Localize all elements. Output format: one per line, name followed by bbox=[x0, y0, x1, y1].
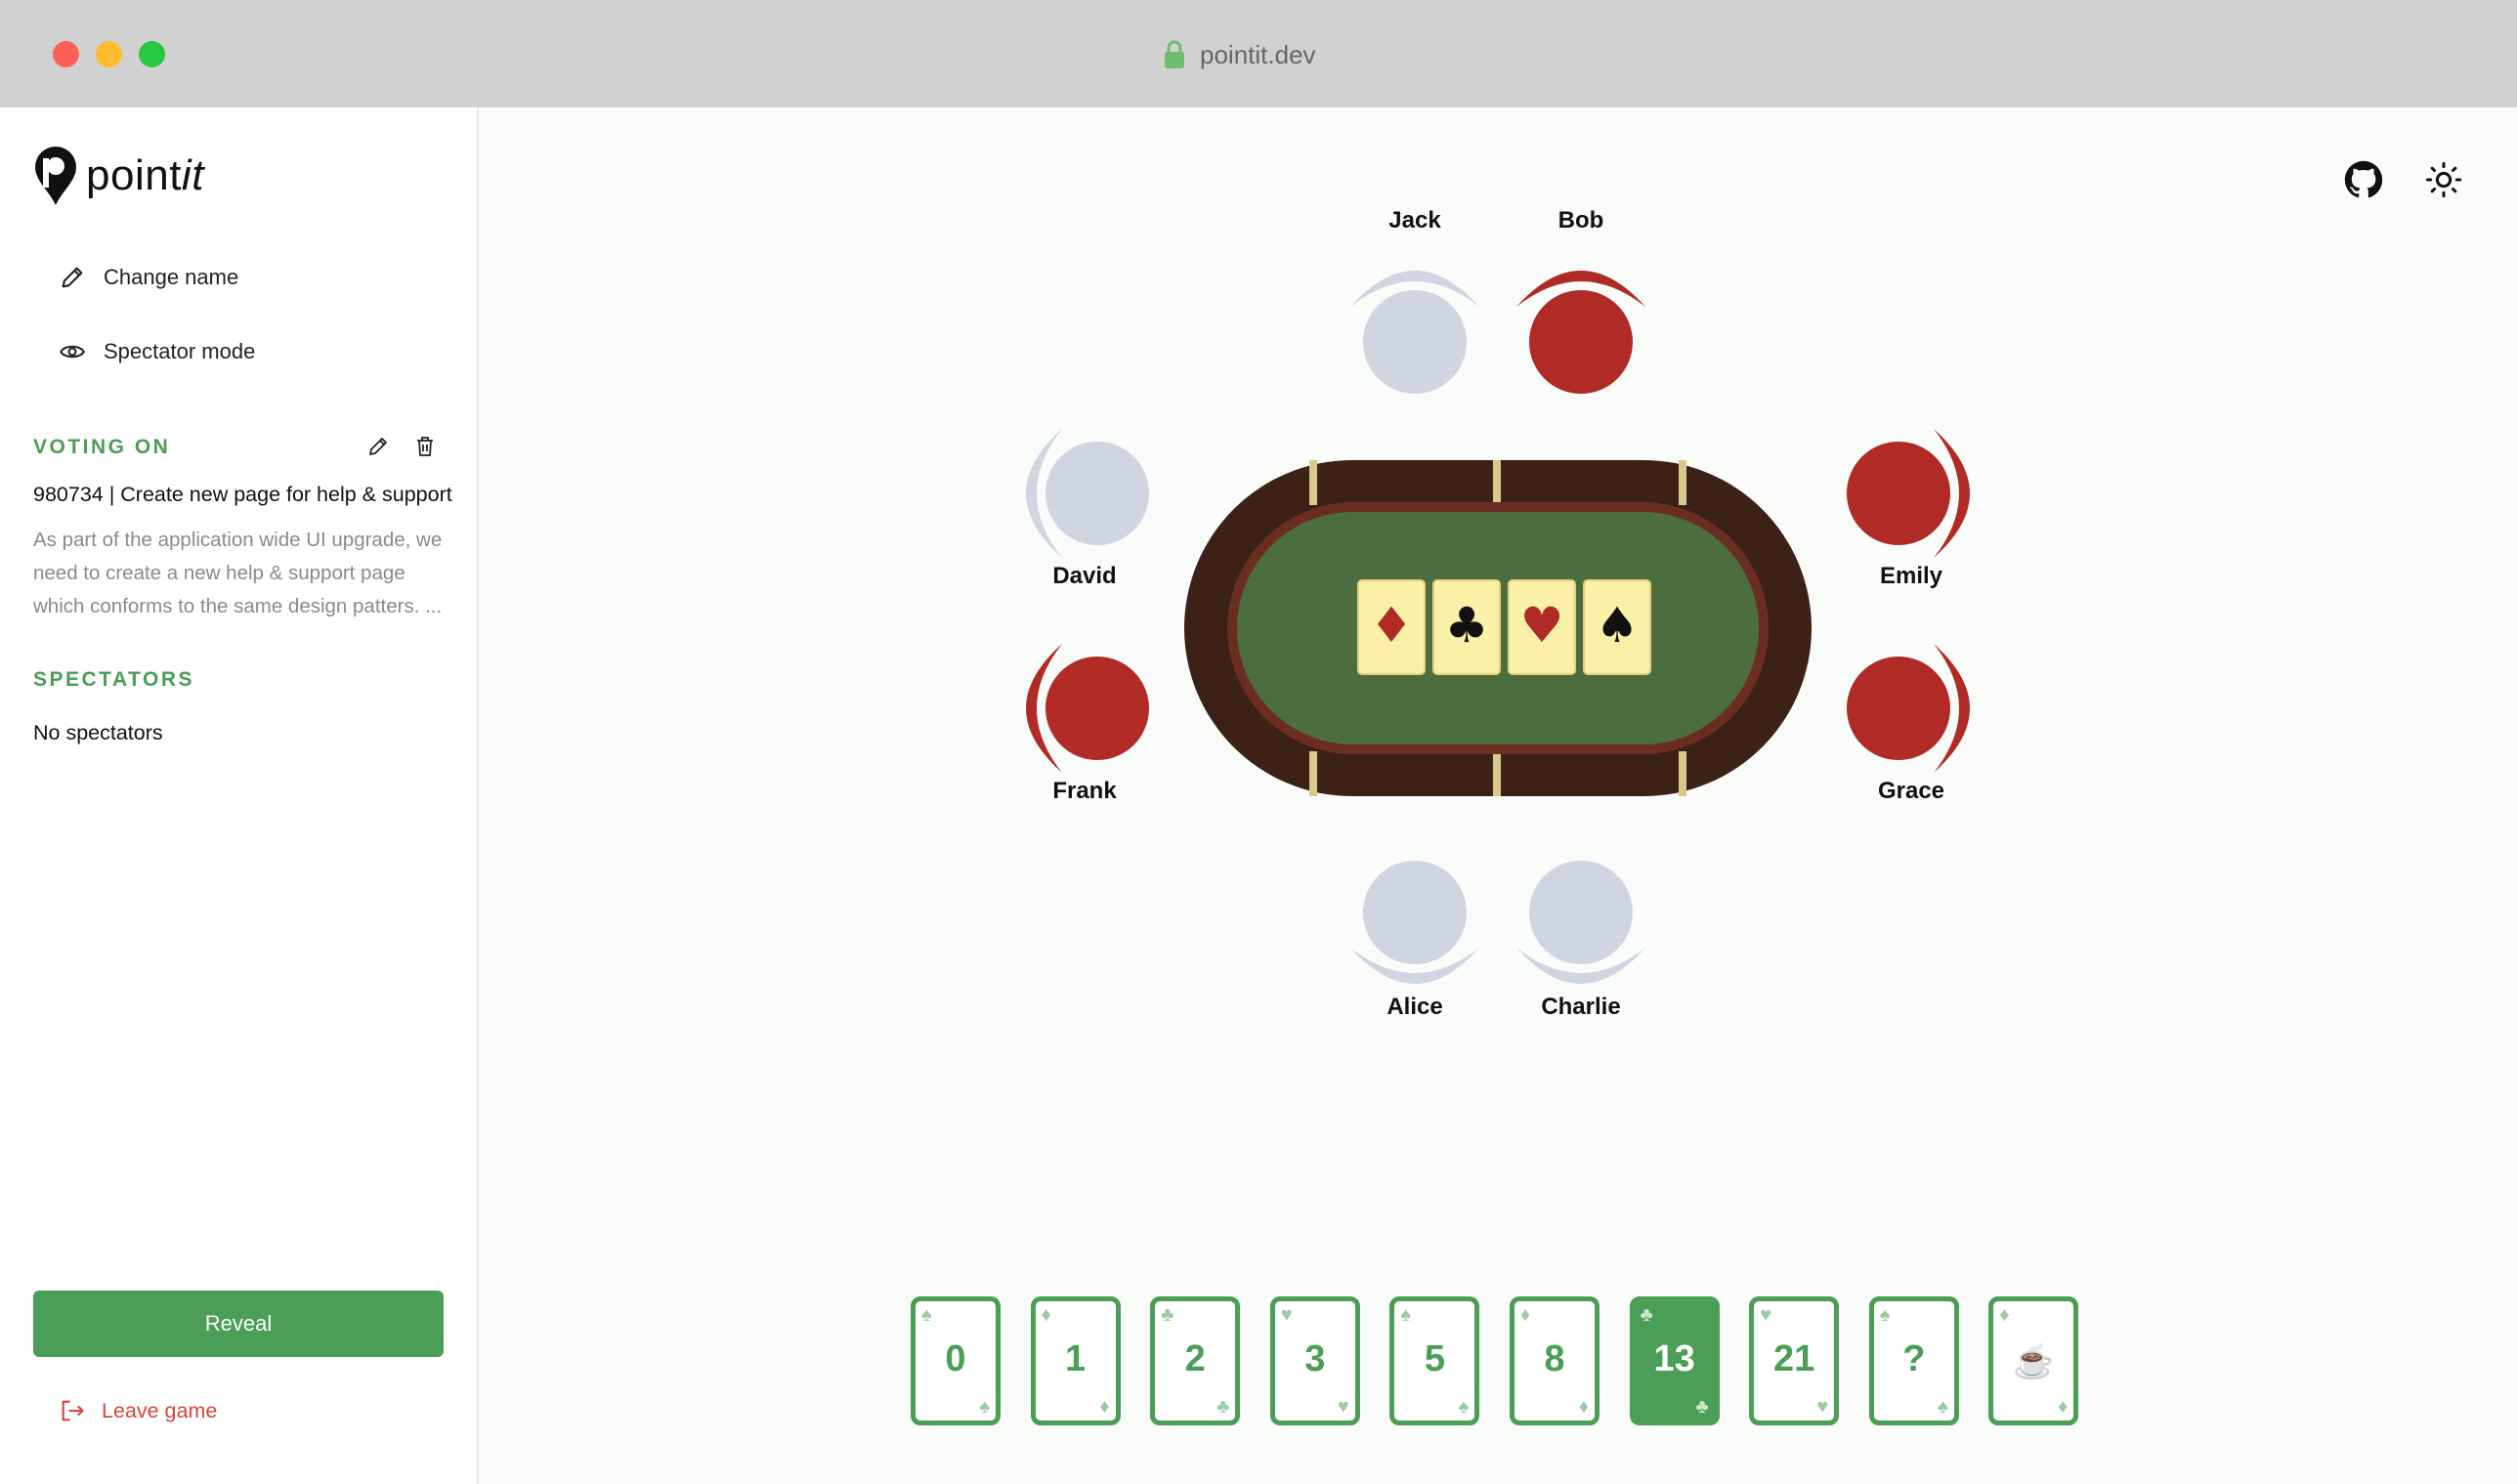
player-name: Jack bbox=[1388, 207, 1441, 233]
card-value: 13 bbox=[1653, 1338, 1695, 1379]
player-name: Alice bbox=[1386, 994, 1443, 1020]
seat-chair bbox=[1363, 290, 1467, 394]
table-card: ♠ bbox=[1583, 579, 1651, 675]
card-suit-icon: ♦ bbox=[1999, 1304, 2010, 1326]
card-value: 21 bbox=[1773, 1338, 1815, 1379]
poker-table-area: ♦ ♣ ♥ ♠ bbox=[1026, 271, 1970, 984]
card-value: 8 bbox=[1544, 1338, 1565, 1379]
card-suit-icon: ♠ bbox=[1458, 1396, 1470, 1418]
player-name: David bbox=[1052, 563, 1117, 589]
card-suit-icon: ♦ bbox=[1041, 1304, 1051, 1326]
card-suit-icon: ♦ bbox=[1520, 1304, 1531, 1326]
card-suit-icon: ♠ bbox=[979, 1396, 990, 1418]
table-card: ♦ bbox=[1357, 579, 1426, 675]
vote-card[interactable]: ♦ ☕ ♦ bbox=[1988, 1296, 2079, 1425]
vote-card[interactable]: ♦ 8 ♦ bbox=[1510, 1296, 1600, 1425]
player-name: Grace bbox=[1877, 778, 1945, 804]
table-rail-marker bbox=[1493, 751, 1501, 796]
table-rail-marker bbox=[1493, 460, 1501, 505]
table-card-suit: ♦ bbox=[1370, 597, 1414, 654]
vote-card[interactable]: ♣ 13 ♣ bbox=[1629, 1296, 1720, 1425]
player-seat bbox=[1516, 271, 1645, 394]
card-suit-icon: ♠ bbox=[1400, 1304, 1412, 1326]
table-card-suit: ♠ bbox=[1596, 597, 1640, 654]
table-rail-marker bbox=[1679, 460, 1686, 505]
table-card-suit: ♣ bbox=[1445, 597, 1489, 654]
card-value: ☕ bbox=[2013, 1343, 2055, 1380]
card-suit-icon: ♠ bbox=[1879, 1304, 1891, 1326]
card-suit-icon: ♥ bbox=[1760, 1304, 1772, 1326]
seat-chair bbox=[1363, 861, 1467, 964]
table-card: ♣ bbox=[1432, 579, 1501, 675]
vote-card[interactable]: ♥ 21 ♥ bbox=[1749, 1296, 1840, 1425]
card-suit-icon: ♦ bbox=[1578, 1396, 1589, 1418]
card-value: 2 bbox=[1184, 1338, 1206, 1379]
table-rail-marker bbox=[1309, 460, 1317, 505]
seat-chair bbox=[1847, 657, 1950, 760]
vote-card[interactable]: ♠ 5 ♠ bbox=[1389, 1296, 1480, 1425]
vote-card[interactable]: ♠? ♠ bbox=[1868, 1296, 1959, 1425]
player-name: Charlie bbox=[1541, 994, 1621, 1020]
seat-chair bbox=[1529, 861, 1633, 964]
seat-chair bbox=[1529, 290, 1633, 394]
seat-chair bbox=[1847, 442, 1950, 545]
player-seat bbox=[1026, 644, 1149, 773]
card-suit-icon: ♦ bbox=[1099, 1396, 1110, 1418]
card-value: 0 bbox=[945, 1338, 966, 1379]
card-suit-icon: ♦ bbox=[2058, 1396, 2069, 1418]
player-seat bbox=[1847, 429, 1970, 558]
card-suit-icon: ♣ bbox=[1640, 1304, 1653, 1326]
player-name: Bob bbox=[1557, 207, 1604, 233]
player-seat bbox=[1026, 429, 1149, 558]
card-suit-icon: ♥ bbox=[1280, 1304, 1293, 1326]
card-suit-icon: ♣ bbox=[1161, 1304, 1174, 1326]
player-name: Emily bbox=[1879, 563, 1943, 589]
seat-chair bbox=[1045, 657, 1149, 760]
card-value: 5 bbox=[1424, 1338, 1445, 1379]
card-suit-icon: ♥ bbox=[1816, 1396, 1829, 1418]
vote-card[interactable]: ♣ 2 ♣ bbox=[1150, 1296, 1241, 1425]
table-rail-marker bbox=[1309, 751, 1317, 796]
player-seat bbox=[1350, 271, 1479, 394]
player-name: Frank bbox=[1052, 778, 1117, 804]
player-seat bbox=[1847, 644, 1970, 773]
vote-card[interactable]: ♥ 3 ♥ bbox=[1269, 1296, 1360, 1425]
seat-chair bbox=[1045, 442, 1149, 545]
card-suit-icon: ♣ bbox=[1695, 1396, 1709, 1418]
card-suit-icon: ♠ bbox=[921, 1304, 932, 1326]
card-suit-icon: ♠ bbox=[1938, 1396, 1948, 1418]
table-card: ♥ bbox=[1508, 579, 1576, 675]
poker-table: ♦ ♣ ♥ ♠ bbox=[1184, 460, 1812, 796]
vote-card[interactable]: ♦ 1 ♦ bbox=[1030, 1296, 1121, 1425]
card-value: 1 bbox=[1065, 1338, 1087, 1379]
player-seat bbox=[1516, 861, 1645, 984]
vote-card[interactable]: ♠ 0 ♠ bbox=[911, 1296, 1001, 1425]
table-rail-marker bbox=[1679, 751, 1686, 796]
player-seat bbox=[1350, 861, 1479, 984]
card-value: 3 bbox=[1304, 1338, 1326, 1379]
table-card-suit: ♥ bbox=[1520, 597, 1564, 654]
card-suit-icon: ♥ bbox=[1337, 1396, 1349, 1418]
card-value: ? bbox=[1902, 1338, 1926, 1379]
card-suit-icon: ♣ bbox=[1216, 1396, 1230, 1418]
